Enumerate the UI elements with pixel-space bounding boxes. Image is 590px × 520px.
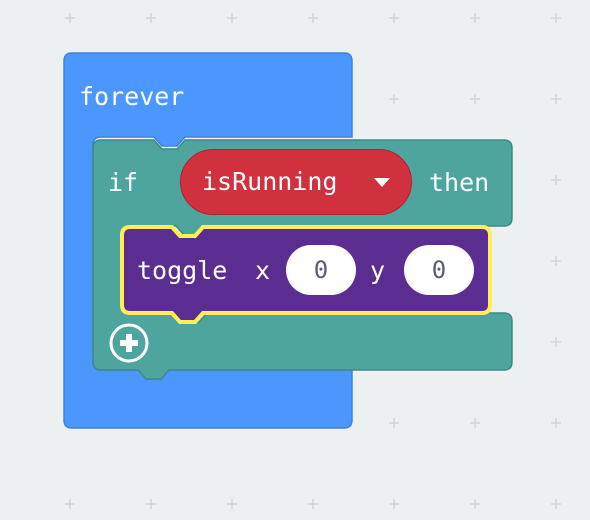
then-label: then [429, 168, 490, 197]
blocks-workspace[interactable]: forever if isRunning then toggle x 0 y 0 [0, 0, 590, 520]
x-label: x [255, 256, 271, 285]
plus-circle-icon[interactable] [108, 322, 150, 364]
x-value-input[interactable]: 0 [286, 245, 356, 295]
dropdown-triangle-icon[interactable] [374, 178, 390, 188]
isrunning-variable-dropdown[interactable]: isRunning [180, 149, 412, 215]
y-label: y [370, 256, 386, 285]
variable-name: isRunning [202, 167, 338, 196]
y-value-input[interactable]: 0 [404, 245, 474, 295]
forever-label: forever [79, 82, 185, 111]
if-label: if [108, 168, 139, 197]
toggle-label: toggle [137, 256, 228, 285]
